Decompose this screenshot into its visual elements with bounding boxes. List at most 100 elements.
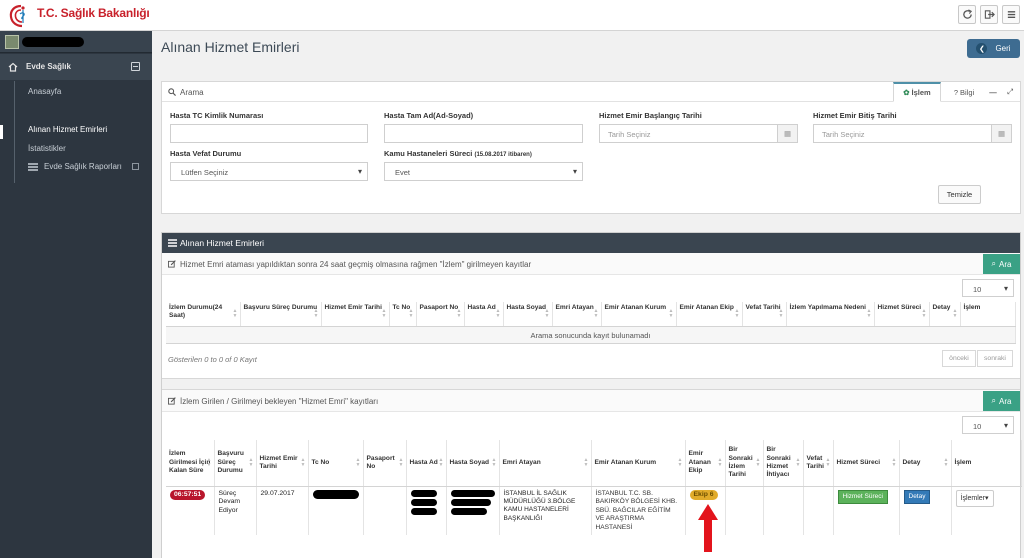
column-header[interactable]: Bir Sonraki İzlem Tarihi ▲ ▼ <box>725 440 764 487</box>
orders-panel-header: Alınan Hizmet Emirleri <box>162 233 1020 253</box>
kamu-select[interactable]: Evet <box>384 162 583 181</box>
fullscreen-icon[interactable]: ⤢ <box>1002 82 1018 102</box>
menu-icon <box>1007 11 1015 18</box>
column-header[interactable]: Emri Atayan ▲ ▼ <box>499 440 592 487</box>
tab-bilgi[interactable]: ? Bilgi <box>943 82 985 102</box>
sort-icon: ▲ ▼ <box>206 456 212 468</box>
column-header-label: Emri Atayan <box>502 458 541 466</box>
section2-search-label: Ara <box>999 396 1012 406</box>
column-header[interactable]: Hizmet Emir Tarihi ▲ ▼ <box>321 302 390 327</box>
collapse-icon[interactable] <box>131 62 140 71</box>
user-profile[interactable] <box>0 31 152 53</box>
column-header[interactable]: Detay ▲ ▼ <box>899 440 952 487</box>
sidebar-item-anasayfa[interactable]: Anasayfa <box>28 87 61 96</box>
start-date-input[interactable]: Tarih Seçiniz ▦ <box>599 124 798 143</box>
vefat-select[interactable]: Lütfen Seçiniz <box>170 162 368 181</box>
tab-islem[interactable]: ✿ İşlem <box>893 82 941 102</box>
search-icon: ⌕ <box>991 396 997 405</box>
column-header[interactable]: Emir Atanan Kurum ▲ ▼ <box>601 302 677 327</box>
table-row: 06:57:51 Süreç Devam Ediyor 29.07.2017 İ… <box>166 486 1022 536</box>
sort-icon: ▲ ▼ <box>943 456 949 468</box>
column-header[interactable]: Bir Sonraki Hizmet İhtiyacı ▲ ▼ <box>763 440 804 487</box>
end-date-input[interactable]: Tarih Seçiniz ▦ <box>813 124 1012 143</box>
sign-out-button[interactable] <box>980 5 998 24</box>
expand-icon[interactable] <box>132 163 139 170</box>
column-header[interactable]: Hasta Ad ▲ ▼ <box>406 440 447 487</box>
vefat-label: Hasta Vefat Durumu <box>170 149 242 158</box>
sort-icon: ▲ ▼ <box>825 456 831 468</box>
column-header-label: Başvuru Süreç Durumu <box>243 304 318 311</box>
column-header-label: İzlem Durumu(24 Saat) <box>169 304 223 320</box>
sort-icon: ▲ ▼ <box>755 456 761 468</box>
calendar-icon[interactable]: ▦ <box>991 125 1011 142</box>
section2-search-button[interactable]: ⌕ Ara <box>983 391 1020 411</box>
column-header-label: İşlem <box>954 458 972 466</box>
column-header[interactable]: Tc No ▲ ▼ <box>308 440 364 487</box>
detail-button[interactable]: Detay <box>903 489 931 504</box>
column-header[interactable]: Tc No ▲ ▼ <box>389 302 417 327</box>
sidebar: Evde Sağlık Anasayfa Alınan Hizmet Emirl… <box>0 31 152 558</box>
column-header-label: Hasta Ad <box>467 304 496 311</box>
column-header-label: Hizmet Emir Tarihi <box>259 454 298 470</box>
sort-icon: ▲ ▼ <box>355 456 361 468</box>
column-header[interactable]: Emir Atanan Ekip ▲ ▼ <box>676 302 743 327</box>
column-header[interactable]: Pasaport No ▲ ▼ <box>416 302 465 327</box>
minimize-icon[interactable]: — <box>985 82 1001 102</box>
column-header-label: İşlem <box>963 304 981 311</box>
column-header[interactable]: Hizmet Süreci ▲ ▼ <box>874 302 930 327</box>
column-header[interactable]: Hizmet Emir Tarihi ▲ ▼ <box>256 440 309 487</box>
process-button[interactable]: Hizmet Süreci <box>837 489 888 504</box>
column-header[interactable]: Vefat Tarihi ▲ ▼ <box>803 440 834 487</box>
refresh-icon <box>962 9 972 19</box>
column-header[interactable]: Emir Atanan Ekip ▲ ▼ <box>685 440 726 487</box>
column-header-label: Emir Atanan Kurum <box>594 458 657 466</box>
kamu-note: (15.08.2017 itibaren) <box>474 152 532 158</box>
column-header[interactable]: Pasaport No ▲ ▼ <box>363 440 407 487</box>
sidebar-item-alinan-hizmet-emirleri[interactable]: Alınan Hizmet Emirleri <box>28 125 107 134</box>
section2-page-size-select[interactable]: 10 <box>962 416 1014 434</box>
section1-page-size-select[interactable]: 10 <box>962 279 1014 297</box>
sidebar-item-evde-saglik-raporlari-row[interactable]: Evde Sağlık Raporları <box>28 162 148 174</box>
column-header[interactable]: İzlem Durumu(24 Saat) ▲ ▼ <box>166 302 241 327</box>
name-input[interactable] <box>384 124 583 143</box>
operations-dropdown[interactable]: İşlemler▾ <box>955 489 994 507</box>
column-header[interactable]: Hizmet Süreci ▲ ▼ <box>833 440 900 487</box>
sort-icon: ▲ ▼ <box>408 307 414 319</box>
search-panel: Arama ✿ İşlem ? Bilgi — ⤢ Hasta TC Kimli… <box>161 81 1021 214</box>
column-header-label: Bir Sonraki İzlem Tarihi <box>728 446 753 478</box>
calendar-icon[interactable]: ▦ <box>777 125 797 142</box>
prev-page-button[interactable]: önceki <box>942 350 976 367</box>
tab-bilgi-label: Bilgi <box>959 87 975 97</box>
passport-cell <box>363 486 407 536</box>
column-header[interactable]: Başvuru Süreç Durumu ▲ ▼ <box>240 302 322 327</box>
table-header-row: İzlem Girilmesi İçin Kalan Süre ▲ ▼ Başvuru… <box>166 440 1022 487</box>
column-header[interactable]: Hasta Soyad ▲ ▼ <box>446 440 500 487</box>
hamburger-menu-button[interactable] <box>1002 5 1020 24</box>
column-header[interactable]: Başvuru Süreç Durumu ▲ ▼ <box>214 440 257 487</box>
column-header[interactable]: İşlem <box>960 302 1016 327</box>
column-header[interactable]: İzlem Girilmesi İçin Kalan Süre ▲ ▼ <box>166 440 215 487</box>
column-header[interactable]: Hasta Ad ▲ ▼ <box>464 302 504 327</box>
sidebar-section-evde-saglik[interactable]: Evde Sağlık <box>0 54 152 80</box>
section1-search-button[interactable]: ⌕ Ara <box>983 254 1020 274</box>
tc-input[interactable] <box>170 124 368 143</box>
redacted-username <box>22 37 84 47</box>
clear-button[interactable]: Temizle <box>938 185 981 204</box>
column-header-label: Hizmet Süreci <box>836 458 881 466</box>
tab-islem-label: İşlem <box>911 88 931 97</box>
back-button[interactable]: ❮ Geri <box>967 39 1020 58</box>
column-header[interactable]: Hasta Soyad ▲ ▼ <box>503 302 553 327</box>
column-header[interactable]: Emri Atayan ▲ ▼ <box>552 302 602 327</box>
column-header[interactable]: Detay ▲ ▼ <box>929 302 961 327</box>
refresh-button[interactable] <box>958 5 976 24</box>
sidebar-item-evde-saglik-raporlari: Evde Sağlık Raporları <box>44 162 122 171</box>
column-header[interactable]: Emir Atanan Kurum ▲ ▼ <box>591 440 686 487</box>
column-header[interactable]: Vefat Tarihi ▲ ▼ <box>742 302 787 327</box>
column-header[interactable]: İzlem Yapılmama Nedeni ▲ ▼ <box>786 302 875 327</box>
sort-icon: ▲ ▼ <box>952 307 958 319</box>
next-page-button[interactable]: sonraki <box>977 350 1013 367</box>
column-header[interactable]: İşlem <box>951 440 1022 487</box>
sidebar-item-istatistikler[interactable]: İstatistikler <box>28 144 66 153</box>
sort-icon: ▲ ▼ <box>778 307 784 319</box>
start-date-placeholder: Tarih Seçiniz <box>608 130 651 139</box>
